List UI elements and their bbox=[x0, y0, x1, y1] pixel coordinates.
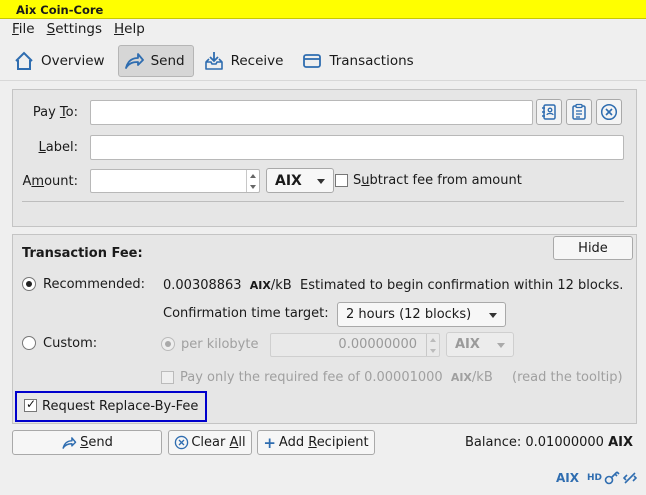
paste-button[interactable] bbox=[566, 99, 592, 125]
pay-to-label: Pay To: bbox=[32, 105, 78, 120]
min-fee-checkbox[interactable] bbox=[161, 371, 174, 384]
home-icon bbox=[15, 51, 33, 70]
tab-transactions[interactable]: Transactions bbox=[296, 45, 422, 77]
hide-fee-button[interactable]: Hide bbox=[553, 236, 633, 260]
rbf-checkbox[interactable] bbox=[24, 397, 37, 412]
subtract-fee-checkbox[interactable] bbox=[335, 174, 348, 187]
send-arrow-icon bbox=[124, 52, 144, 69]
amount-spinner[interactable] bbox=[246, 170, 258, 192]
menu-file[interactable]: File bbox=[12, 21, 35, 41]
custom-fee-radio[interactable] bbox=[22, 336, 36, 350]
confirmation-target-label: Confirmation time target: bbox=[163, 306, 329, 321]
clear-all-button[interactable]: Clear All bbox=[168, 430, 252, 455]
remove-recipient-button[interactable] bbox=[596, 99, 622, 125]
fee-heading: Transaction Fee: bbox=[22, 246, 143, 261]
amount-unit-select[interactable]: AIX bbox=[266, 168, 334, 193]
custom-fee-spinner[interactable] bbox=[426, 334, 438, 356]
statusbar-unit[interactable]: AIX bbox=[556, 471, 579, 485]
add-recipient-label: Add Recipient bbox=[278, 435, 369, 450]
address-book-icon bbox=[542, 104, 556, 120]
network-connected-icon bbox=[623, 472, 637, 484]
tab-send[interactable]: Send bbox=[117, 44, 194, 77]
menu-settings[interactable]: Settings bbox=[47, 21, 102, 41]
tab-overview[interactable]: Overview bbox=[8, 45, 114, 77]
confirmation-target-select[interactable]: 2 hours (12 blocks) bbox=[337, 302, 506, 327]
send-button[interactable]: Send bbox=[12, 430, 162, 455]
tab-send-label: Send bbox=[150, 52, 185, 69]
chevron-down-icon bbox=[317, 178, 325, 184]
address-book-button[interactable] bbox=[536, 99, 562, 125]
fee-estimate-text: Estimated to begin confirmation within 1… bbox=[300, 278, 624, 293]
recommended-fee-label: Recommended: bbox=[43, 277, 145, 292]
add-recipient-button[interactable]: + Add Recipient bbox=[257, 430, 375, 455]
tab-transactions-label: Transactions bbox=[329, 52, 414, 69]
clipboard-icon bbox=[572, 103, 586, 120]
per-kilobyte-label: per kilobyte bbox=[181, 337, 259, 352]
main-toolbar: Overview Send Receive Transactions bbox=[0, 41, 646, 81]
custom-fee-unit-select[interactable]: AIX bbox=[446, 332, 514, 357]
balance-display: Balance: 0.01000000 AIX bbox=[465, 435, 634, 450]
chevron-down-icon bbox=[489, 312, 497, 318]
tab-overview-label: Overview bbox=[41, 52, 105, 69]
recommended-fee-radio[interactable] bbox=[22, 277, 36, 291]
pay-to-input[interactable] bbox=[90, 100, 533, 125]
menu-help[interactable]: Help bbox=[114, 21, 145, 41]
per-kilobyte-radio[interactable] bbox=[161, 337, 175, 351]
rbf-label: Request Replace-By-Fee bbox=[42, 399, 199, 414]
close-circle-icon bbox=[600, 103, 618, 121]
recommended-fee-value: 0.00308863 AIX/kB bbox=[163, 278, 292, 293]
amount-label: Amount: bbox=[22, 174, 79, 189]
menu-bar: File Settings Help bbox=[0, 19, 646, 41]
tab-receive-label: Receive bbox=[230, 52, 284, 69]
label-label: Label: bbox=[38, 140, 78, 155]
tooltip-hint: (read the tooltip) bbox=[512, 370, 623, 385]
clear-all-label: Clear All bbox=[191, 435, 246, 450]
send-button-label: Send bbox=[80, 435, 113, 450]
tab-receive[interactable]: Receive bbox=[198, 45, 293, 77]
clear-circle-icon bbox=[175, 435, 189, 450]
send-arrow-icon bbox=[62, 436, 77, 449]
receive-inbox-icon bbox=[204, 51, 223, 70]
hd-indicator: HD bbox=[587, 473, 603, 483]
label-input[interactable] bbox=[90, 135, 624, 160]
window-title: Aix Coin-Core bbox=[0, 0, 646, 19]
custom-fee-label: Custom: bbox=[43, 336, 98, 351]
custom-fee-input[interactable]: 0.00000000 bbox=[270, 333, 440, 357]
credit-card-icon bbox=[303, 53, 322, 68]
recipient-divider bbox=[22, 201, 624, 202]
chevron-down-icon bbox=[497, 342, 505, 348]
hd-key-icon bbox=[604, 471, 620, 485]
min-fee-label: Pay only the required fee of 0.00001000 … bbox=[180, 370, 493, 385]
subtract-fee-label: Subtract fee from amount bbox=[353, 173, 522, 188]
amount-input[interactable] bbox=[90, 169, 260, 193]
plus-icon: + bbox=[263, 433, 276, 452]
